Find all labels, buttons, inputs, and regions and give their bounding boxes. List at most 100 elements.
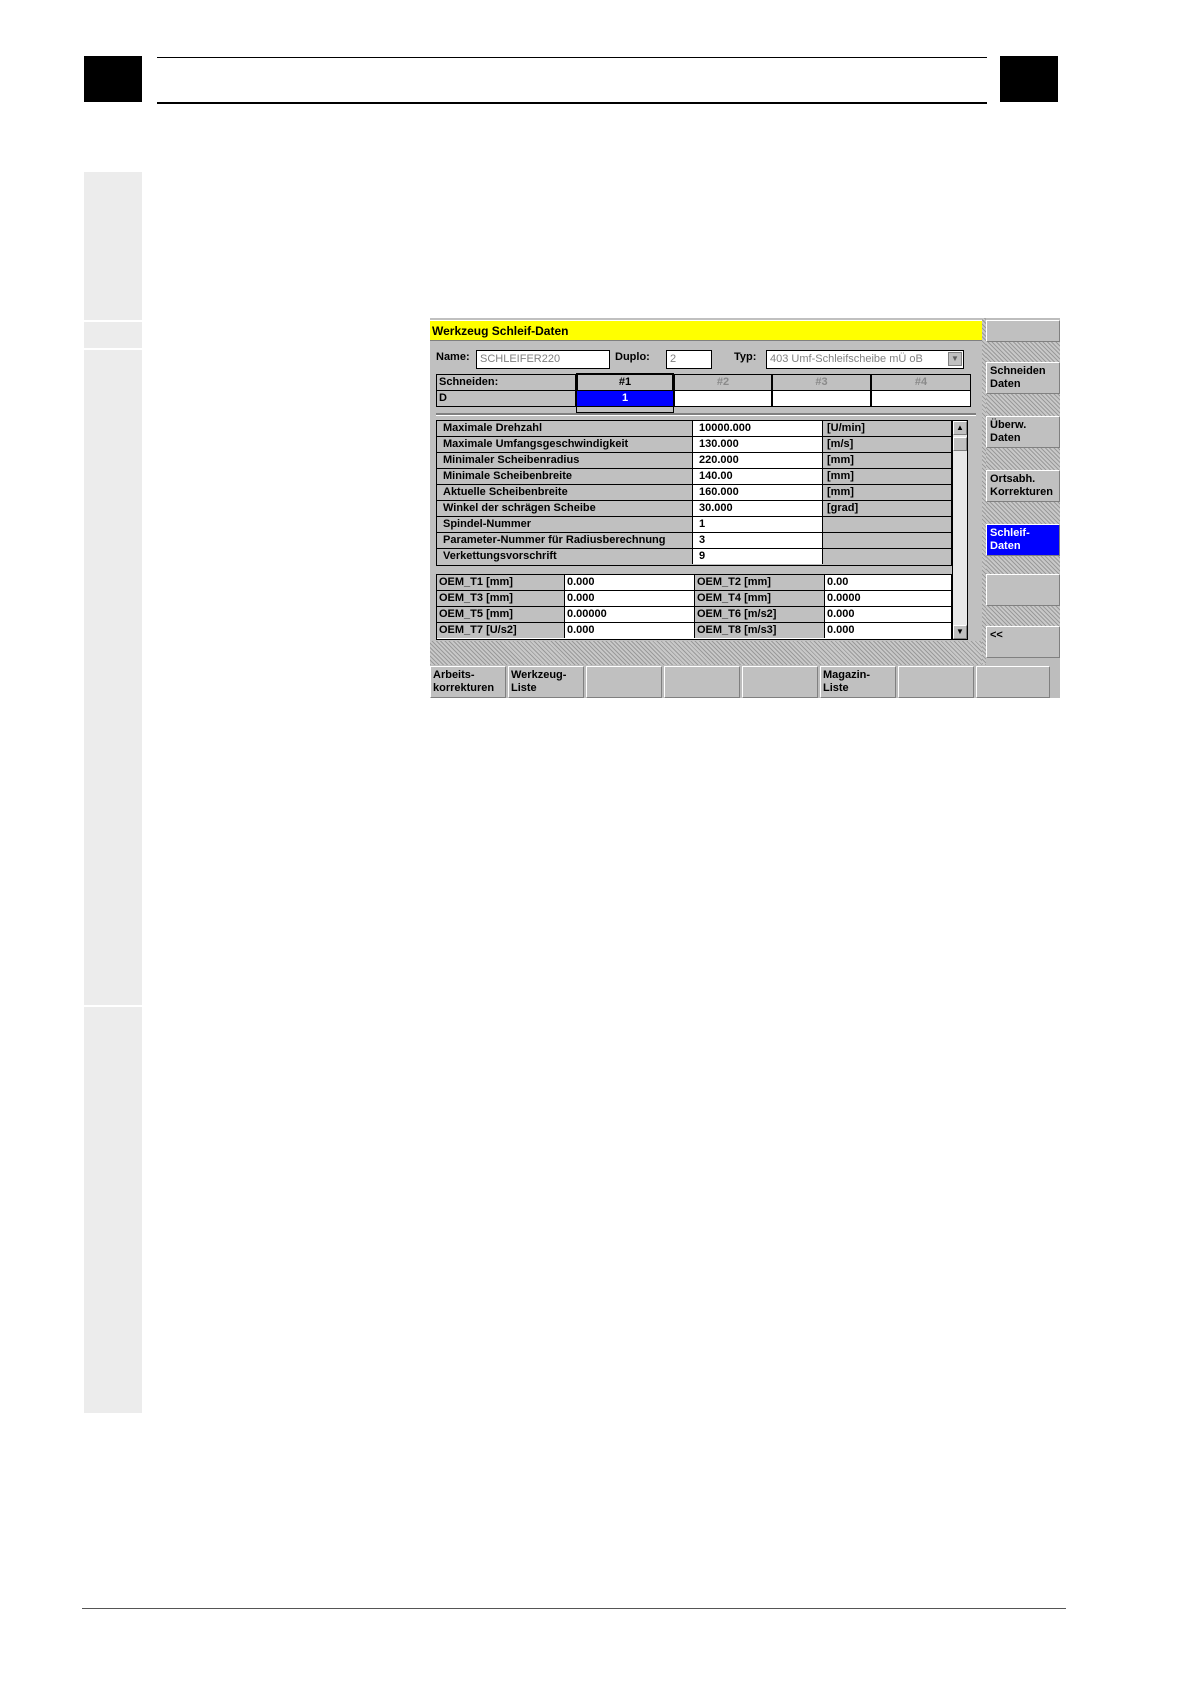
oem-value-input[interactable]: 0.00: [825, 575, 951, 590]
oem-table: OEM_T1 [mm] 0.000 OEM_T2 [mm] 0.00 OEM_T…: [436, 574, 952, 640]
vsoftkey-gap: [986, 394, 1060, 416]
table-row[interactable]: OEM_T5 [mm] 0.00000 OEM_T6 [m/s2] 0.000: [437, 607, 951, 623]
hsoftkey-7[interactable]: [898, 666, 974, 698]
edge-d-4[interactable]: [871, 390, 971, 407]
side-tab-4: [84, 1007, 142, 1413]
param-value-input[interactable]: 9: [693, 549, 823, 564]
param-value-input[interactable]: 10000.000: [693, 421, 823, 436]
param-value-input[interactable]: 30.000: [693, 501, 823, 516]
param-value-input[interactable]: 130.000: [693, 437, 823, 452]
section-divider: [436, 413, 976, 416]
oem-label: OEM_T2 [mm]: [695, 575, 825, 590]
table-row[interactable]: Maximale Drehzahl 10000.000 [U/min]: [437, 421, 951, 437]
table-row[interactable]: Minimaler Scheibenradius 220.000 [mm]: [437, 453, 951, 469]
oem-value-input[interactable]: 0.0000: [825, 591, 951, 606]
vsoftkey-6[interactable]: [986, 574, 1060, 606]
duplo-field[interactable]: 2: [666, 350, 712, 369]
typ-label: Typ:: [734, 351, 757, 363]
arrow-down-icon[interactable]: ▼: [953, 625, 967, 639]
vsoftkey-gap: [986, 342, 1060, 362]
vsoftkey-schneiden-daten[interactable]: Schneiden Daten: [986, 362, 1060, 394]
oem-label: OEM_T3 [mm]: [437, 591, 565, 606]
footer-rule: [82, 1608, 1066, 1609]
edge-tab-2[interactable]: #2: [674, 374, 772, 391]
table-row[interactable]: OEM_T3 [mm] 0.000 OEM_T4 [mm] 0.0000: [437, 591, 951, 607]
hsoftkey-arbeitskorrekturen[interactable]: Arbeits- korrekturen: [430, 666, 506, 698]
scrollbar[interactable]: ▲ ▼: [952, 420, 968, 640]
header-right-block: [1000, 56, 1058, 102]
param-name: Spindel-Nummer: [437, 517, 693, 532]
side-tab-1: [84, 172, 142, 320]
param-value-input[interactable]: 140.00: [693, 469, 823, 484]
vsoftkey-gap: [986, 448, 1060, 470]
param-unit: [823, 549, 951, 564]
table-row[interactable]: Parameter-Nummer für Radiusberechnung 3: [437, 533, 951, 549]
edge-d-2[interactable]: [674, 390, 772, 407]
table-row[interactable]: Winkel der schrägen Scheibe 30.000 [grad]: [437, 501, 951, 517]
hmi-screen: Werkzeug Schleif-Daten Name: SCHLEIFER22…: [430, 318, 1060, 698]
edge-tab-1[interactable]: #1: [576, 373, 674, 391]
table-row[interactable]: Maximale Umfangsgeschwindigkeit 130.000 [m…: [437, 437, 951, 453]
table-row[interactable]: Verkettungsvorschrift 9: [437, 549, 951, 565]
arrow-up-icon[interactable]: ▲: [953, 421, 967, 435]
table-row[interactable]: Aktuelle Scheibenbreite 160.000 [mm]: [437, 485, 951, 501]
param-unit: [mm]: [823, 453, 951, 468]
table-row[interactable]: OEM_T7 [U/s2] 0.000 OEM_T8 [m/s3] 0.000: [437, 623, 951, 639]
param-unit: [grad]: [823, 501, 951, 516]
vsoftkey-1[interactable]: [986, 320, 1060, 342]
oem-label: OEM_T7 [U/s2]: [437, 623, 565, 638]
oem-value-input[interactable]: 0.000: [825, 607, 951, 622]
oem-label: OEM_T5 [mm]: [437, 607, 565, 622]
hsoftkey-werkzeug-liste[interactable]: Werkzeug- Liste: [508, 666, 584, 698]
vsoftkey-ueberw-daten[interactable]: Überw. Daten: [986, 416, 1060, 448]
param-unit: [m/s]: [823, 437, 951, 452]
main-area: Werkzeug Schleif-Daten Name: SCHLEIFER22…: [430, 318, 982, 664]
param-unit: [U/min]: [823, 421, 951, 436]
table-row[interactable]: Spindel-Nummer 1: [437, 517, 951, 533]
name-field[interactable]: SCHLEIFER220: [476, 350, 610, 369]
header-bottom-rule: [157, 102, 987, 104]
edge-d-1[interactable]: 1: [576, 390, 674, 407]
param-value-input[interactable]: 1: [693, 517, 823, 532]
header-top-rule: [157, 57, 987, 58]
vsoftkey-gap: [986, 556, 1060, 574]
typ-value: 403 Umf-Schleifscheibe mÜ oB: [770, 353, 923, 365]
edge-d-3[interactable]: [772, 390, 871, 407]
header-left-block: [84, 56, 142, 102]
d-label: D: [436, 390, 576, 407]
hsoftkey-4[interactable]: [664, 666, 740, 698]
param-name: Minimaler Scheibenradius: [437, 453, 693, 468]
param-name: Aktuelle Scheibenbreite: [437, 485, 693, 500]
param-name: Winkel der schrägen Scheibe: [437, 501, 693, 516]
vsoftkey-gap: [986, 502, 1060, 524]
oem-value-input[interactable]: 0.000: [825, 623, 951, 638]
oem-value-input[interactable]: 0.00000: [565, 607, 695, 622]
param-value-input[interactable]: 220.000: [693, 453, 823, 468]
table-row[interactable]: OEM_T1 [mm] 0.000 OEM_T2 [mm] 0.00: [437, 575, 951, 591]
hsoftkey-8[interactable]: [976, 666, 1050, 698]
hsoftkey-5[interactable]: [742, 666, 818, 698]
status-strip-bottom: [430, 641, 986, 665]
vsoftkey-schleif-daten[interactable]: Schleif- Daten: [986, 524, 1060, 556]
side-tab-3: [84, 350, 142, 1005]
vsoftkey-back[interactable]: <<: [986, 626, 1060, 658]
oem-value-input[interactable]: 0.000: [565, 623, 695, 638]
window-title: Werkzeug Schleif-Daten: [430, 320, 982, 341]
vsoftkey-ortsabh-korrekturen[interactable]: Ortsabh. Korrekturen: [986, 470, 1060, 502]
scrollbar-thumb[interactable]: [953, 437, 967, 451]
param-name: Parameter-Nummer für Radiusberechnung: [437, 533, 693, 548]
param-unit: [823, 533, 951, 548]
hsoftkey-magazin-liste[interactable]: Magazin- Liste: [820, 666, 896, 698]
param-value-input[interactable]: 3: [693, 533, 823, 548]
param-name: Minimale Scheibenbreite: [437, 469, 693, 484]
edge-tab-4[interactable]: #4: [871, 374, 971, 391]
edge-tab-3[interactable]: #3: [772, 374, 871, 391]
oem-value-input[interactable]: 0.000: [565, 575, 695, 590]
vsoftkey-gap: [986, 606, 1060, 626]
param-value-input[interactable]: 160.000: [693, 485, 823, 500]
oem-value-input[interactable]: 0.000: [565, 591, 695, 606]
chevron-down-icon[interactable]: ▼: [948, 352, 962, 366]
typ-dropdown[interactable]: 403 Umf-Schleifscheibe mÜ oB ▼: [766, 350, 964, 369]
table-row[interactable]: Minimale Scheibenbreite 140.00 [mm]: [437, 469, 951, 485]
hsoftkey-3[interactable]: [586, 666, 662, 698]
